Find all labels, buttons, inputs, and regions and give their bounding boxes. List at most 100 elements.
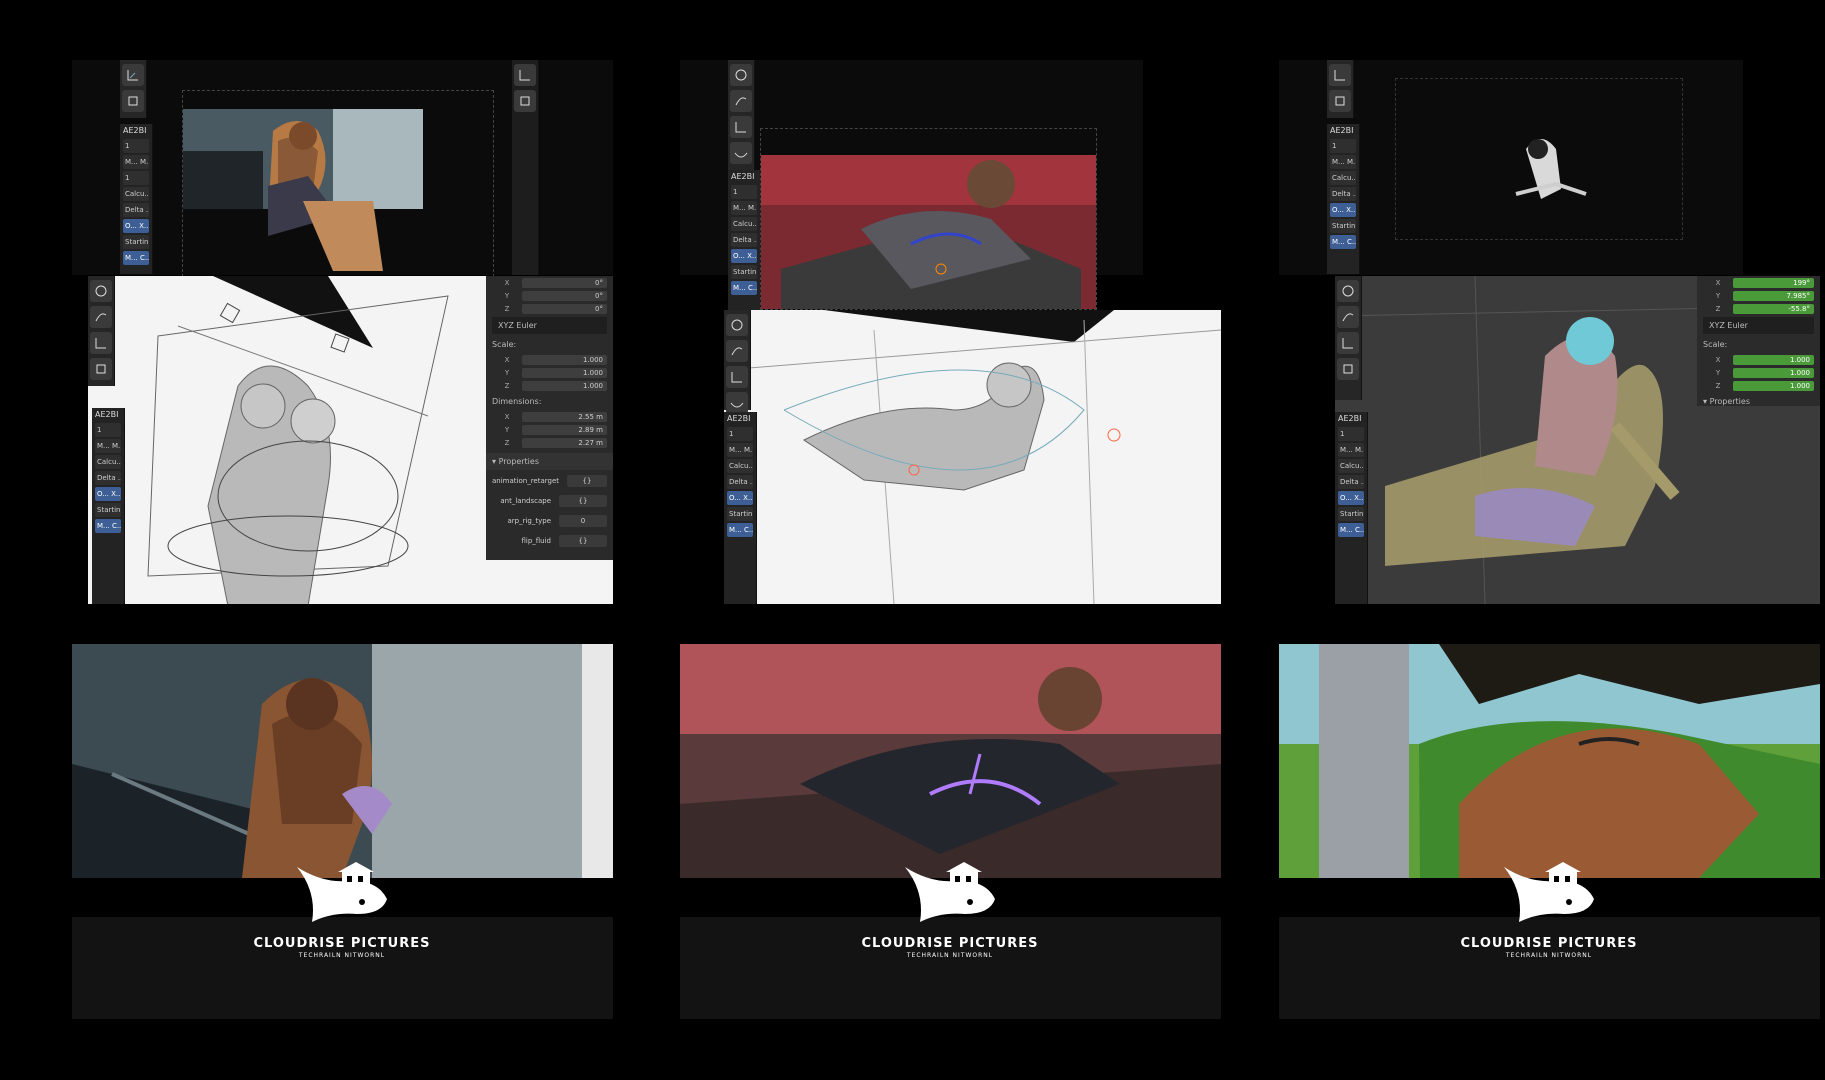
rotation-mode-select[interactable]: XYZ Euler [492, 317, 607, 334]
mini-row[interactable]: 1 [727, 427, 753, 441]
rotation-x-field[interactable]: 0° [522, 278, 607, 288]
mini-row[interactable]: O... X... [123, 219, 149, 233]
mini-row[interactable]: 1 [1338, 427, 1364, 441]
mini-row[interactable]: Calcu... [1330, 171, 1356, 185]
transform-tool-icon[interactable] [726, 314, 748, 336]
mini-row[interactable]: M... C... [95, 519, 121, 533]
mini-row[interactable]: M... M... [727, 443, 753, 457]
viewport-wireframe[interactable] [724, 310, 1221, 604]
property-value[interactable]: {} [559, 495, 607, 507]
rotation-z-row[interactable]: Z 0° [492, 303, 607, 315]
scale-y-row[interactable]: Y 1.000 [492, 367, 607, 379]
mini-row[interactable]: Startin... [95, 503, 121, 517]
mini-row[interactable]: M... M... [95, 439, 121, 453]
annotate-tool-icon[interactable] [730, 90, 752, 112]
mini-row[interactable]: O... X... [731, 249, 757, 263]
scale-x-field[interactable]: 1.000 [1733, 355, 1814, 365]
property-row[interactable]: animation_retarget {} [492, 472, 607, 490]
mini-row[interactable]: Startin... [727, 507, 753, 521]
transform-tool-icon[interactable] [90, 280, 112, 302]
scale-tool-icon[interactable] [514, 64, 536, 86]
property-value[interactable]: {} [567, 475, 607, 487]
add-cube-icon[interactable] [1337, 358, 1359, 380]
dim-y-field[interactable]: 2.89 m [522, 425, 607, 435]
rotation-y-row[interactable]: Y 0° [492, 290, 607, 302]
mini-row[interactable]: M... C... [1330, 235, 1356, 249]
scale-tool-icon[interactable] [122, 64, 144, 86]
mini-row[interactable]: O... X... [1330, 203, 1356, 217]
curve-tool-icon[interactable] [730, 142, 752, 164]
mini-row[interactable]: O... X... [95, 487, 121, 501]
mini-row[interactable]: M... M... [731, 201, 757, 215]
mini-row[interactable]: Delta ... [1338, 475, 1364, 489]
mini-row[interactable]: Startin... [1330, 219, 1356, 233]
transform-tool-icon[interactable] [514, 90, 536, 112]
scale-y-field[interactable]: 1.000 [522, 368, 607, 378]
mini-row[interactable]: Delta ... [727, 475, 753, 489]
property-row[interactable]: arp_rig_type 0 [492, 512, 607, 530]
measure-tool-icon[interactable] [90, 332, 112, 354]
mini-row[interactable]: Delta ... [731, 233, 757, 247]
rotation-z-row[interactable]: Z -55.8° [1703, 303, 1814, 315]
rotation-x-row[interactable]: X 0° [492, 277, 607, 289]
mini-row[interactable]: M... M... [123, 155, 149, 169]
mini-row[interactable]: Calcu... [95, 455, 121, 469]
dim-y-row[interactable]: Y 2.89 m [492, 424, 607, 436]
rotation-y-field[interactable]: 0° [522, 291, 607, 301]
properties-header[interactable]: ▾ Properties [1697, 393, 1820, 410]
dim-z-row[interactable]: Z 2.27 m [492, 437, 607, 449]
mini-row[interactable]: Startin... [731, 265, 757, 279]
properties-header[interactable]: ▾ Properties [486, 453, 613, 470]
mini-row[interactable]: O... X... [1338, 491, 1364, 505]
add-cube-icon[interactable] [1329, 90, 1351, 112]
mini-row[interactable]: Startin... [1338, 507, 1364, 521]
mini-row[interactable]: Calcu... [123, 187, 149, 201]
measure-tool-icon[interactable] [730, 116, 752, 138]
annotate-tool-icon[interactable] [90, 306, 112, 328]
rotation-mode-select[interactable]: XYZ Euler [1703, 317, 1814, 334]
scale-x-row[interactable]: X 1.000 [492, 354, 607, 366]
property-value[interactable]: {} [559, 535, 607, 547]
scale-x-row[interactable]: X 1.000 [1703, 354, 1814, 366]
measure-tool-icon[interactable] [1329, 64, 1351, 86]
mini-row[interactable]: Calcu... [1338, 459, 1364, 473]
mini-row[interactable]: Delta ... [123, 203, 149, 217]
transform-tool-icon[interactable] [730, 64, 752, 86]
scale-z-row[interactable]: Z 1.000 [1703, 380, 1814, 392]
rotation-x-field[interactable]: 199° [1733, 278, 1814, 288]
transform-tool-icon[interactable] [122, 90, 144, 112]
mini-row[interactable]: M... C... [123, 251, 149, 265]
mini-row[interactable]: Calcu... [727, 459, 753, 473]
mini-row[interactable]: Delta ... [1330, 187, 1356, 201]
rotation-z-field[interactable]: -55.8° [1733, 304, 1814, 314]
mini-row[interactable]: M... M... [1330, 155, 1356, 169]
add-cube-icon[interactable] [90, 358, 112, 380]
annotate-tool-icon[interactable] [726, 340, 748, 362]
rotation-y-row[interactable]: Y 7.985° [1703, 290, 1814, 302]
mini-row[interactable]: O... X... [727, 491, 753, 505]
property-row[interactable]: ant_landscape {} [492, 492, 607, 510]
rotation-z-field[interactable]: 0° [522, 304, 607, 314]
mini-row[interactable]: M... C... [1338, 523, 1364, 537]
mini-row[interactable]: M... C... [731, 281, 757, 295]
property-value[interactable]: 0 [559, 515, 607, 527]
dim-x-row[interactable]: X 2.55 m [492, 411, 607, 423]
mini-row[interactable]: 1 [123, 171, 149, 185]
mini-row[interactable]: 1 [123, 139, 149, 153]
scale-y-row[interactable]: Y 1.000 [1703, 367, 1814, 379]
rotation-y-field[interactable]: 7.985° [1733, 291, 1814, 301]
mini-row[interactable]: M... M... [1338, 443, 1364, 457]
scale-z-field[interactable]: 1.000 [522, 381, 607, 391]
mini-row[interactable]: 1 [95, 423, 121, 437]
measure-tool-icon[interactable] [726, 366, 748, 388]
mini-row[interactable]: 1 [731, 185, 757, 199]
scale-y-field[interactable]: 1.000 [1733, 368, 1814, 378]
mini-row[interactable]: 1 [1330, 139, 1356, 153]
curve-tool-icon[interactable] [726, 392, 748, 414]
transform-tool-icon[interactable] [1337, 280, 1359, 302]
property-row[interactable]: flip_fluid {} [492, 532, 607, 550]
rotation-x-row[interactable]: X 199° [1703, 277, 1814, 289]
mini-row[interactable]: Delta ... [95, 471, 121, 485]
annotate-tool-icon[interactable] [1337, 306, 1359, 328]
scale-z-row[interactable]: Z 1.000 [492, 380, 607, 392]
